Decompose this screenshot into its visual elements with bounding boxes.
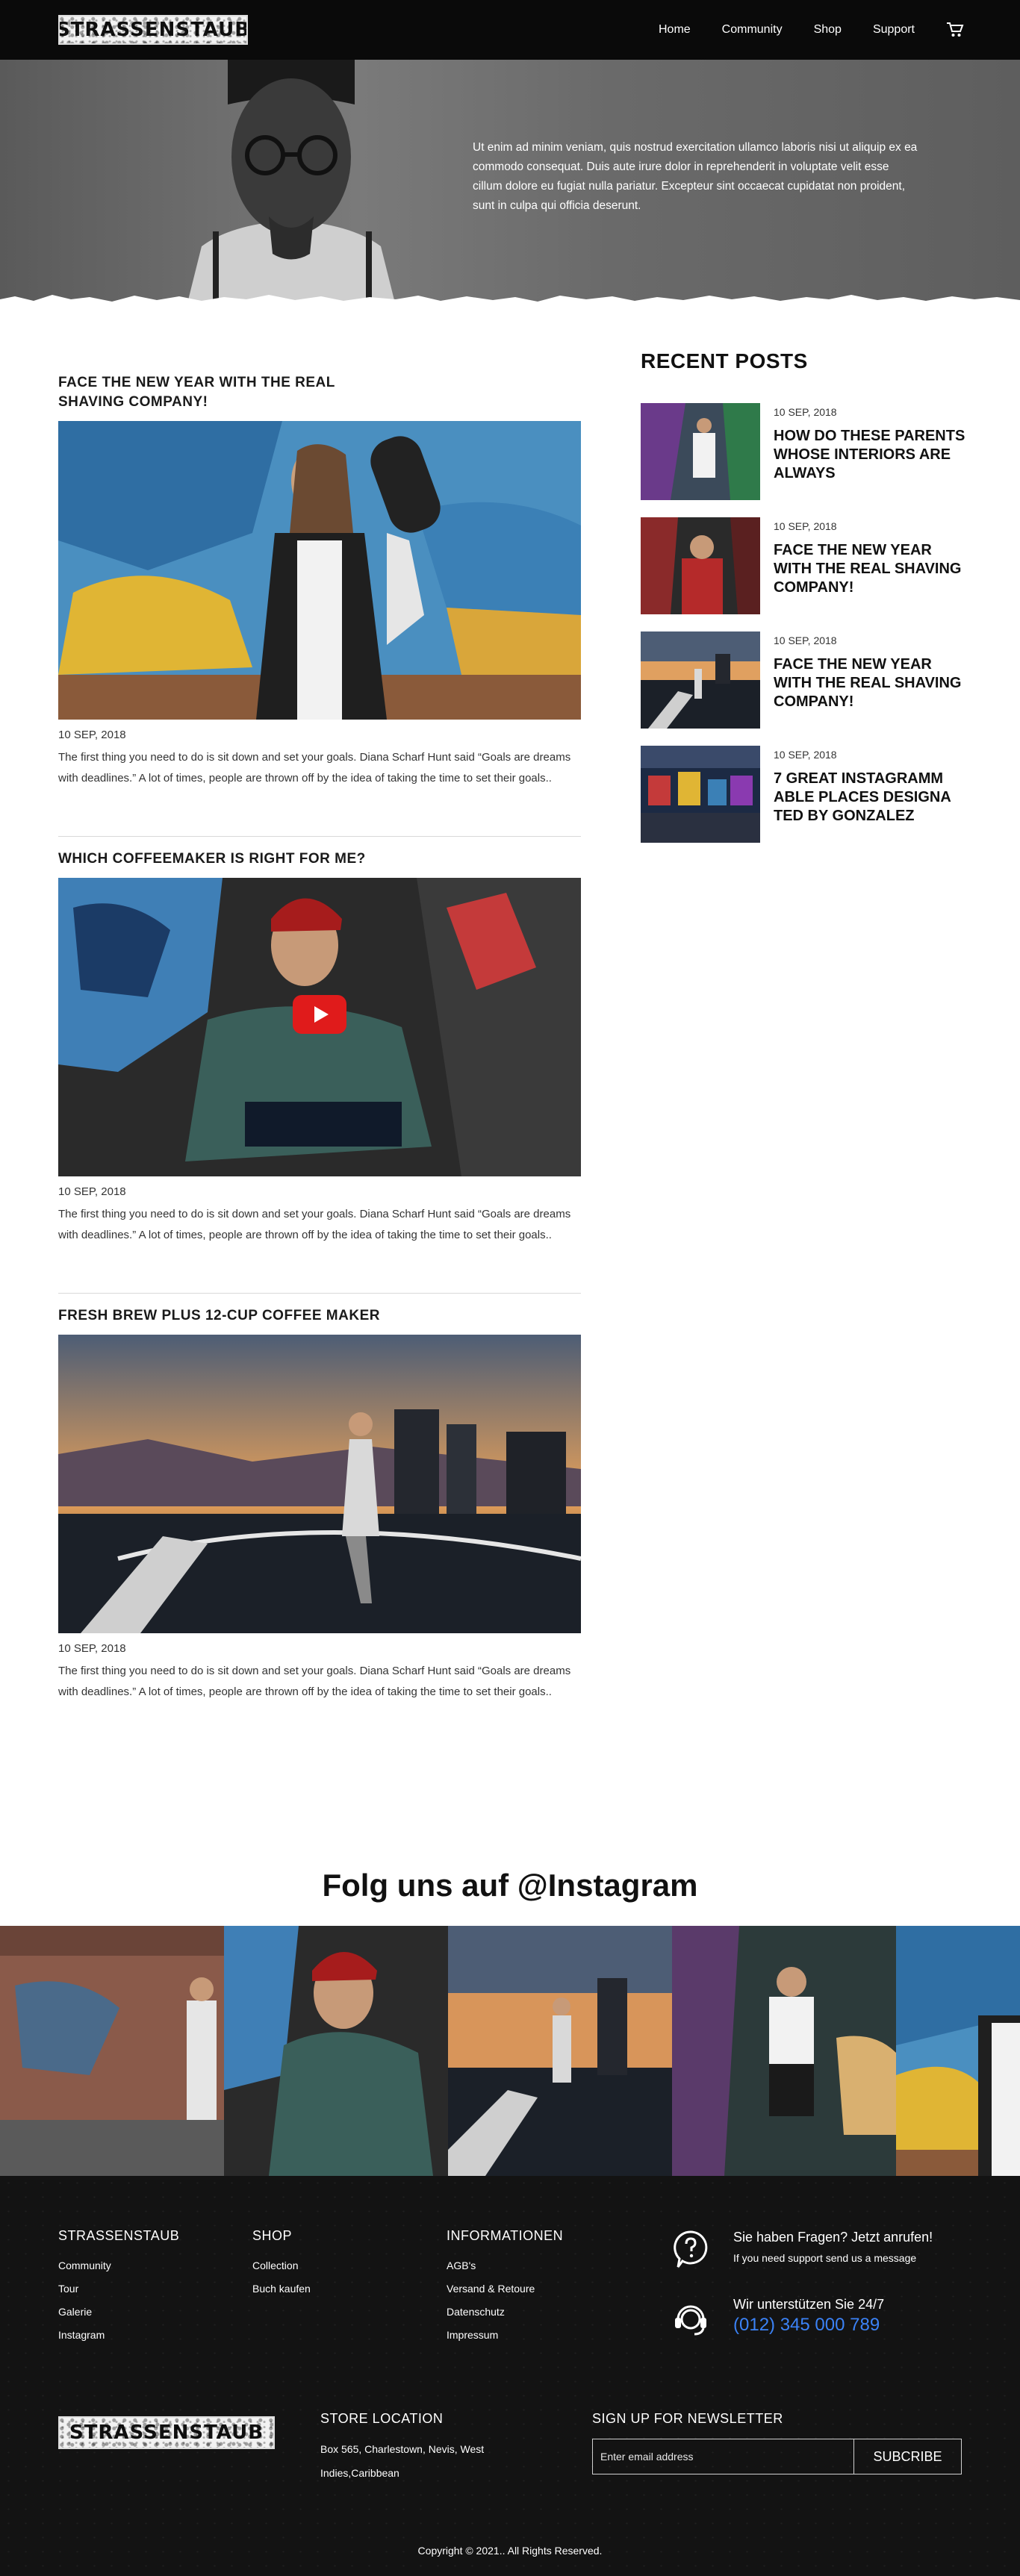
footer-link-agb[interactable]: AGB's: [447, 2254, 563, 2277]
call-title: Sie haben Fragen? Jetzt anrufen!: [733, 2230, 933, 2245]
store-location-heading: STORE LOCATION: [320, 2411, 444, 2426]
nav-community-link[interactable]: Community: [722, 23, 783, 37]
main-content: FACE THE NEW YEAR WITH THE REAL SHAVING …: [0, 306, 1020, 1799]
top-navbar: STRASSENSTAUB Home Community Shop Suppor…: [0, 0, 1020, 60]
recent-post-thumbnail[interactable]: [641, 517, 760, 614]
footer-call-block: Sie haben Fragen? Jetzt anrufen! If you …: [672, 2230, 971, 2274]
recent-post-item[interactable]: 10 SEP, 2018 HOW DO THESE PARENTS WHOSE …: [641, 403, 969, 500]
post-date: 10 SEP, 2018: [58, 1185, 126, 1198]
instagram-photo[interactable]: [0, 1926, 224, 2176]
newsletter-email-input[interactable]: [592, 2439, 853, 2474]
hero-banner: Ut enim ad minim veniam, quis nostrud ex…: [0, 60, 1020, 306]
recent-post-title[interactable]: FACE THE NEW YEAR WITH THE REAL SHAVING …: [774, 655, 969, 711]
cart-icon[interactable]: [946, 22, 964, 38]
post-title[interactable]: WHICH COFFEEMAKER IS RIGHT FOR ME?: [58, 849, 581, 869]
post-excerpt: The first thing you need to do is sit do…: [58, 1665, 571, 1698]
blog-post: FACE THE NEW YEAR WITH THE REAL SHAVING …: [58, 373, 581, 789]
post-divider: [58, 1293, 581, 1294]
question-bubble-icon: [674, 2230, 708, 2268]
post-title[interactable]: FRESH BREW PLUS 12-CUP COFFEE MAKER: [58, 1306, 581, 1326]
newsletter-heading: SIGN UP FOR NEWSLETTER: [592, 2411, 783, 2426]
store-address: Box 565, Charlestown, Nevis, West Indies…: [320, 2443, 485, 2479]
instagram-photo[interactable]: [672, 1926, 896, 2176]
youtube-play-icon[interactable]: [293, 995, 346, 1034]
recent-post-thumbnail[interactable]: [641, 631, 760, 729]
footer-link-tour[interactable]: Tour: [58, 2277, 179, 2301]
footer-support-block: Wir unterstützen Sie 24/7 (012) 345 000 …: [672, 2297, 971, 2342]
support-title: Wir unterstützen Sie 24/7: [733, 2297, 885, 2312]
footer-column-informationen: INFORMATIONEN AGB's Versand & Retoure Da…: [447, 2228, 563, 2347]
recent-post-title[interactable]: 7 GREAT INSTAGRAMM ABLE PLACES DESIGNA T…: [774, 770, 969, 826]
instagram-photo[interactable]: [224, 1926, 448, 2176]
hero-portrait-image: [187, 60, 396, 306]
nav-shop-link[interactable]: Shop: [814, 23, 842, 37]
blog-post: FRESH BREW PLUS 12-CUP COFFEE MAKER 10 S…: [58, 1306, 581, 1703]
nav-home-link[interactable]: Home: [659, 23, 691, 37]
recent-posts-heading: RECENT POSTS: [641, 349, 808, 372]
phone-link[interactable]: (012) 345 000 789: [733, 2315, 880, 2336]
footer-link-collection[interactable]: Collection: [252, 2254, 311, 2277]
instagram-gallery: [0, 1926, 1020, 2176]
call-subtitle: If you need support send us a message: [733, 2252, 917, 2264]
newsletter-signup: SIGN UP FOR NEWSLETTER SUBCRIBE: [592, 2411, 962, 2474]
recent-post-title[interactable]: FACE THE NEW YEAR WITH THE REAL SHAVING …: [774, 541, 969, 597]
footer-logo[interactable]: STRASSENSTAUB: [58, 2416, 275, 2449]
recent-post-date: 10 SEP, 2018: [774, 634, 837, 646]
recent-post-item[interactable]: 10 SEP, 2018 7 GREAT INSTAGRAMM ABLE PLA…: [641, 746, 969, 843]
footer-logo-text: STRASSENSTAUB: [69, 2421, 264, 2444]
recent-post-date: 10 SEP, 2018: [774, 406, 837, 418]
footer-link-impressum[interactable]: Impressum: [447, 2324, 563, 2347]
post-excerpt: The first thing you need to do is sit do…: [58, 751, 571, 785]
recent-post-item[interactable]: 10 SEP, 2018 FACE THE NEW YEAR WITH THE …: [641, 631, 969, 729]
recent-post-date: 10 SEP, 2018: [774, 520, 837, 532]
footer-link-community[interactable]: Community: [58, 2254, 179, 2277]
post-date: 10 SEP, 2018: [58, 729, 126, 741]
footer-link-buch-kaufen[interactable]: Buch kaufen: [252, 2277, 311, 2301]
site-logo-text: STRASSENSTAUB: [58, 19, 248, 41]
copyright-text: Copyright © 2021.. All Rights Reserved.: [417, 2545, 603, 2557]
recent-post-item[interactable]: 10 SEP, 2018 FACE THE NEW YEAR WITH THE …: [641, 517, 969, 614]
footer-column-strassenstaub: STRASSENSTAUB Community Tour Galerie Ins…: [58, 2228, 179, 2347]
main-menu: Home Community Shop Support: [659, 0, 964, 60]
recent-post-date: 10 SEP, 2018: [774, 749, 837, 761]
footer-column-shop: SHOP Collection Buch kaufen: [252, 2228, 311, 2301]
blog-post: WHICH COFFEEMAKER IS RIGHT FOR ME? 10 SE…: [58, 849, 581, 1246]
site-footer: STRASSENSTAUB Community Tour Galerie Ins…: [0, 2176, 1020, 2576]
post-date: 10 SEP, 2018: [58, 1642, 126, 1655]
post-image[interactable]: [58, 1335, 581, 1633]
hero-text: Ut enim ad minim veniam, quis nostrud ex…: [473, 141, 918, 212]
post-divider: [58, 836, 581, 837]
nav-support-link[interactable]: Support: [873, 23, 915, 37]
newsletter-subscribe-button[interactable]: SUBCRIBE: [853, 2439, 962, 2474]
instagram-heading: Folg uns auf @Instagram: [322, 1868, 698, 1903]
recent-post-thumbnail[interactable]: [641, 403, 760, 500]
footer-link-datenschutz[interactable]: Datenschutz: [447, 2301, 563, 2324]
footer-link-versand[interactable]: Versand & Retoure: [447, 2277, 563, 2301]
torn-paper-edge: [0, 295, 1020, 306]
post-excerpt: The first thing you need to do is sit do…: [58, 1208, 571, 1241]
footer-column-heading: SHOP: [252, 2228, 293, 2243]
footer-link-instagram[interactable]: Instagram: [58, 2324, 179, 2347]
site-logo[interactable]: STRASSENSTAUB: [58, 15, 248, 45]
recent-post-thumbnail[interactable]: [641, 746, 760, 843]
store-location: STORE LOCATION Box 565, Charlestown, Nev…: [320, 2411, 544, 2485]
footer-link-galerie[interactable]: Galerie: [58, 2301, 179, 2324]
footer-column-heading: INFORMATIONEN: [447, 2228, 564, 2243]
instagram-photo[interactable]: [896, 1926, 1020, 2176]
post-title[interactable]: FACE THE NEW YEAR WITH THE REAL SHAVING …: [58, 373, 372, 412]
instagram-section: Folg uns auf @Instagram: [0, 1799, 1020, 2176]
footer-column-heading: STRASSENSTAUB: [58, 2228, 180, 2243]
instagram-photo[interactable]: [448, 1926, 672, 2176]
post-image[interactable]: [58, 421, 581, 720]
headset-icon: [675, 2305, 706, 2336]
recent-post-title[interactable]: HOW DO THESE PARENTS WHOSE INTERIORS ARE…: [774, 427, 969, 483]
newsletter-form: SUBCRIBE: [592, 2439, 962, 2474]
